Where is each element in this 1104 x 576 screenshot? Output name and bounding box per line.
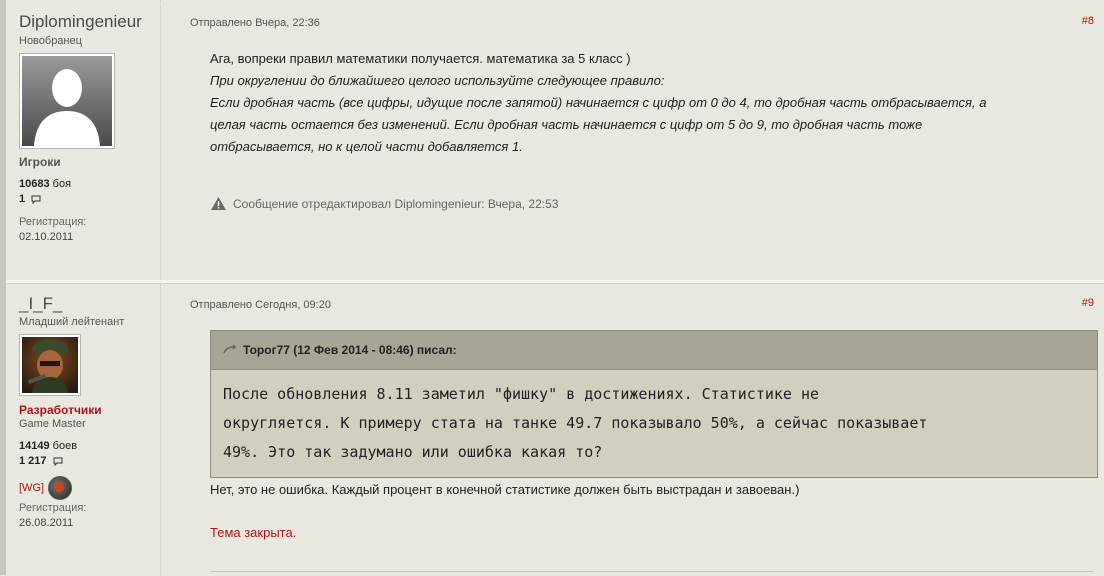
battles-stat: 10683 боя: [19, 178, 71, 190]
battles-label: боев: [52, 440, 78, 452]
battles-count: 10683: [19, 178, 50, 190]
avatar[interactable]: [19, 53, 115, 149]
quote-block: Торог77 (12 Фев 2014 - 08:46) писал: Пос…: [210, 330, 1098, 478]
quote-header: Торог77 (12 Фев 2014 - 08:46) писал:: [211, 331, 1097, 370]
battles-count: 14149: [19, 440, 50, 452]
post-content: Ага, вопреки правил математики получаетс…: [210, 48, 1086, 158]
registration-date: 26.08.2011: [19, 517, 74, 529]
edited-notice: Сообщение отредактировал Diplomingenieur…: [210, 196, 558, 211]
soldier-avatar-icon: [22, 337, 78, 393]
edited-text: Сообщение отредактировал Diplomingenieur…: [233, 196, 559, 211]
content-line-italic: Если дробная часть (все цифры, идущие по…: [210, 95, 987, 110]
topic-closed-text: Тема закрыта.: [210, 525, 297, 540]
quote-line: После обновления 8.11 заметил "фишку" в …: [223, 385, 820, 403]
post-date: Отправлено Сегодня, 09:20: [190, 299, 331, 311]
warning-icon: [211, 197, 226, 210]
author-name[interactable]: Diplomingenieur: [19, 12, 142, 32]
quote-body: После обновления 8.11 заметил "фишку" в …: [211, 370, 1097, 477]
battles-stat: 14149 боев: [19, 440, 77, 452]
clan-tag[interactable]: [WG]: [19, 476, 73, 500]
avatar[interactable]: [19, 334, 81, 396]
messages-count: 1 217: [19, 455, 47, 467]
messages-stat[interactable]: 1 217: [19, 455, 63, 467]
author-panel: _I_F_ Младший лейтенант Разработчики Gam…: [6, 284, 161, 576]
post-bottom-divider: [210, 571, 1094, 572]
author-rank: Новобранец: [19, 35, 82, 47]
answer-text: Нет, это не ошибка. Каждый процент в кон…: [210, 482, 800, 497]
quote-author: Торог77 (12 Фев 2014 - 08:46) писал:: [243, 343, 457, 357]
quote-line: 49%. Это так задумано или ошибка какая т…: [223, 443, 603, 461]
post-date: Отправлено Вчера, 22:36: [190, 17, 320, 29]
clan-name: [WG]: [19, 482, 45, 494]
registration-date: 02.10.2011: [19, 231, 74, 243]
content-line-italic: При округлении до ближайшего целого испо…: [210, 73, 665, 88]
default-avatar-icon: [22, 56, 112, 146]
quote-arrow-icon[interactable]: [223, 345, 237, 355]
author-rank: Младший лейтенант: [19, 316, 125, 328]
user-group: Игроки: [19, 155, 61, 169]
messages-count: 1: [19, 193, 26, 205]
user-subgroup: Game Master: [19, 418, 86, 430]
message-icon: [31, 195, 41, 204]
post-number-link[interactable]: #9: [1082, 297, 1094, 309]
registration-label: Регистрация:: [19, 216, 87, 228]
battles-label: боя: [52, 178, 72, 190]
author-name[interactable]: _I_F_: [19, 294, 62, 314]
messages-stat[interactable]: 1: [19, 193, 41, 205]
content-line-italic: целая часть остается без изменений. Если…: [210, 117, 923, 132]
content-line-italic: отбрасывается, но к целой части добавляе…: [210, 139, 523, 154]
post-9: _I_F_ Младший лейтенант Разработчики Gam…: [6, 283, 1104, 576]
user-group: Разработчики: [19, 403, 102, 417]
post-number-link[interactable]: #8: [1082, 15, 1094, 27]
content-line: Ага, вопреки правил математики получаетс…: [210, 51, 631, 66]
clan-emblem-icon: [48, 476, 73, 500]
author-panel: Diplomingenieur Новобранец Игроки 10683 …: [6, 0, 161, 282]
registration-label: Регистрация:: [19, 502, 87, 514]
message-icon: [53, 457, 63, 466]
quote-line: округляется. К примеру стата на танке 49…: [223, 414, 928, 432]
post-8: Diplomingenieur Новобранец Игроки 10683 …: [6, 0, 1104, 282]
